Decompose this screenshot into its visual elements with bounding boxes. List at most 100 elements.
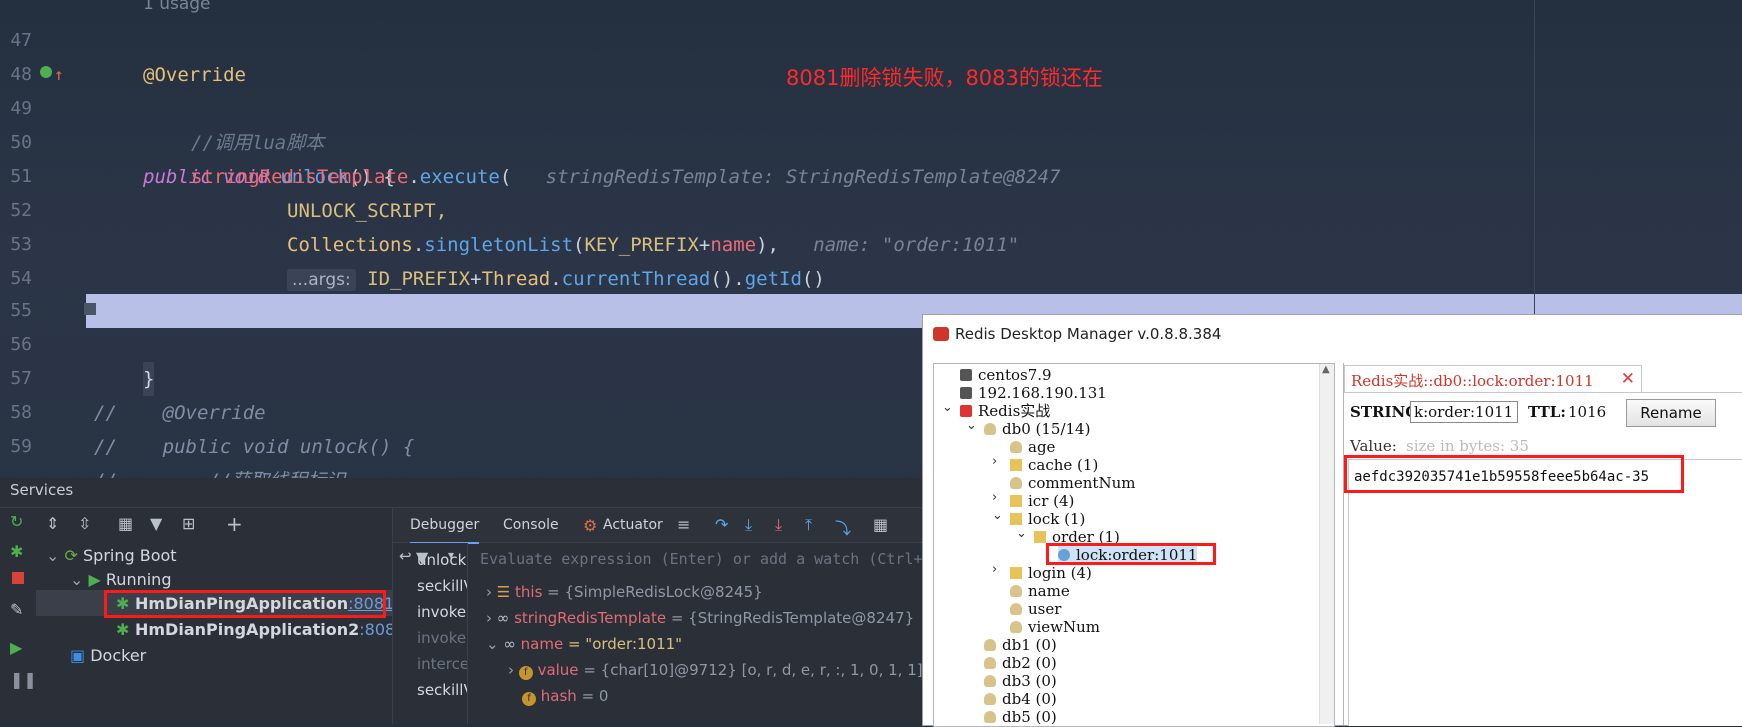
frame-item[interactable]: interce bbox=[417, 651, 467, 677]
tree-folder[interactable]: cache (1) bbox=[1010, 456, 1098, 474]
fold-icon[interactable] bbox=[84, 303, 96, 315]
stop-icon[interactable] bbox=[12, 572, 24, 584]
key-icon bbox=[1010, 585, 1022, 597]
chevron-right-icon[interactable]: › bbox=[992, 490, 997, 505]
key-name-field[interactable]: k:order:1011 bbox=[1410, 401, 1518, 423]
line-number: 56 bbox=[10, 334, 32, 355]
line-number: 54 bbox=[10, 268, 32, 289]
tree-db[interactable]: db3 (0) bbox=[984, 672, 1057, 690]
resume-icon[interactable]: ▶ bbox=[10, 638, 22, 657]
tree-db[interactable]: db5 (0) bbox=[984, 708, 1057, 726]
tree-key[interactable]: user bbox=[1010, 600, 1061, 618]
folder-icon bbox=[1010, 495, 1022, 507]
line-number: 47 bbox=[10, 30, 32, 51]
tree-server[interactable]: centos7.9 bbox=[960, 366, 1052, 384]
debug-bug-icon[interactable]: ✱ bbox=[10, 542, 23, 561]
close-icon[interactable]: ✕ bbox=[1621, 369, 1635, 389]
tree-db0[interactable]: db0 (15/14) bbox=[984, 420, 1090, 438]
expand-all-icon[interactable]: ⇕ bbox=[46, 514, 59, 533]
rerun-icon[interactable]: ↻ bbox=[10, 512, 23, 531]
services-side-toolbar: ↻ ✱ ✎ ▶ ❚❚ bbox=[0, 508, 37, 724]
tree-db[interactable]: db2 (0) bbox=[984, 654, 1057, 672]
menu-icon[interactable]: ≡ bbox=[677, 515, 690, 534]
ttl-value: 1016 bbox=[1568, 403, 1607, 421]
window-titlebar[interactable]: Redis Desktop Manager v.0.8.8.384 bbox=[923, 315, 1742, 353]
new-tab-icon[interactable]: ⊞ bbox=[182, 514, 195, 533]
run-to-cursor-icon[interactable]: ⤵ bbox=[835, 515, 851, 539]
value-label: Value: bbox=[1350, 437, 1397, 455]
folder-icon bbox=[1010, 567, 1022, 579]
value-editor[interactable] bbox=[1348, 459, 1742, 726]
line-number: 55 bbox=[10, 300, 32, 321]
add-icon[interactable]: + bbox=[226, 512, 243, 536]
step-into-icon[interactable]: ⤓ bbox=[745, 515, 752, 535]
tree-docker[interactable]: ▣ Docker bbox=[70, 644, 146, 668]
tree-server[interactable]: 192.168.190.131 bbox=[960, 384, 1107, 402]
tree-db[interactable]: db1 (0) bbox=[984, 636, 1057, 654]
step-over-icon[interactable]: ↷ bbox=[715, 515, 728, 534]
chevron-down-icon[interactable]: ⌄ bbox=[942, 400, 953, 415]
var-value[interactable]: › f value = {char[10]@9712} [o, r, d, e,… bbox=[508, 657, 923, 683]
pause-icon[interactable]: ❚❚ bbox=[10, 670, 37, 689]
line-number: 48 bbox=[10, 64, 32, 85]
collapse-all-icon[interactable]: ⇳ bbox=[78, 514, 91, 533]
tree-folder[interactable]: icr (4) bbox=[1010, 492, 1074, 510]
tree-app-8083[interactable]: ✱ HmDianPingApplication2:8083/ bbox=[116, 618, 411, 642]
tree-key[interactable]: commentNum bbox=[1010, 474, 1135, 492]
line-number: 57 bbox=[10, 368, 32, 389]
key-icon bbox=[1010, 621, 1022, 633]
line-number: 58 bbox=[10, 402, 32, 423]
var-hash[interactable]: f hash = 0 bbox=[522, 683, 608, 709]
frame-item[interactable]: seckillV bbox=[417, 677, 467, 703]
ttl-label: TTL: bbox=[1528, 403, 1566, 421]
filter-frames-icon[interactable]: ▼ bbox=[416, 548, 428, 567]
debugger-toolbar: Debugger Console Actuator ⚙ ≡ ↷ ⤓ ⤓ ⤒ ⤵ … bbox=[393, 508, 925, 544]
tree-scrollbar[interactable]: ▲ bbox=[1319, 364, 1334, 724]
chevron-right-icon[interactable]: › bbox=[992, 562, 997, 577]
field-f-icon: f bbox=[518, 666, 533, 680]
tree-key[interactable]: viewNum bbox=[1010, 618, 1100, 636]
frame-item[interactable]: seckillV bbox=[417, 573, 467, 599]
var-this[interactable]: › ☰ this = {SimpleRedisLock@8245} bbox=[486, 579, 763, 605]
step-out-icon[interactable]: ⤒ bbox=[805, 515, 812, 535]
key-detail-panel: Redis实战::db0::lock:order:1011 ✕ STRING: … bbox=[1343, 363, 1742, 726]
tab-console[interactable]: Console bbox=[503, 508, 559, 542]
table-icon[interactable]: ▦ bbox=[873, 515, 888, 534]
tab-key[interactable]: Redis实战::db0::lock:order:1011 ✕ bbox=[1344, 365, 1642, 392]
tree-spring-boot[interactable]: ⌄ ⟳ Spring Boot bbox=[46, 544, 177, 568]
frame-item[interactable]: invoke: bbox=[417, 599, 467, 625]
chevron-down-icon[interactable]: ⌄ bbox=[992, 508, 1003, 523]
chevron-down-icon[interactable]: ▾ bbox=[448, 548, 454, 562]
tree-key[interactable]: name bbox=[1010, 582, 1070, 600]
usage-hint[interactable]: 1 usage bbox=[143, 0, 211, 14]
spring-boot-icon: ⟳ bbox=[64, 546, 78, 565]
chevron-down-icon[interactable]: ⌄ bbox=[1016, 526, 1027, 541]
watch-icon: ∞ bbox=[496, 609, 510, 627]
force-step-into-icon[interactable]: ⤓ bbox=[775, 515, 782, 535]
filter-icon[interactable]: ▼ bbox=[150, 514, 162, 533]
tree-key[interactable]: age bbox=[1010, 438, 1055, 456]
override-gutter-icon[interactable] bbox=[40, 66, 52, 78]
arrow-up-icon[interactable]: ↑ bbox=[54, 58, 64, 92]
highlight-box-8081 bbox=[104, 590, 386, 618]
connection-tree[interactable]: centos7.9 192.168.190.131 ⌄ Redis实战 ⌄ db… bbox=[933, 363, 1335, 727]
wrench-icon[interactable]: ✎ bbox=[10, 600, 23, 619]
tree-folder[interactable]: login (4) bbox=[1010, 564, 1092, 582]
server-icon bbox=[960, 405, 972, 417]
tree-db[interactable]: db4 (0) bbox=[984, 690, 1057, 708]
evaluate-input[interactable]: Evaluate expression (Enter) or add a wat… bbox=[480, 544, 925, 574]
database-icon bbox=[984, 711, 996, 723]
chevron-down-icon[interactable]: ⌄ bbox=[966, 418, 977, 433]
key-icon bbox=[1010, 441, 1022, 453]
rename-button[interactable]: Rename bbox=[1626, 399, 1716, 427]
chevron-right-icon: › bbox=[486, 583, 492, 601]
var-name[interactable]: ⌄ ∞ name = "order:1011" bbox=[486, 631, 682, 657]
database-icon bbox=[984, 423, 996, 435]
tab-debugger[interactable]: Debugger bbox=[410, 508, 480, 544]
frame-item[interactable]: invoke: bbox=[417, 625, 467, 651]
var-string-redis-template[interactable]: › ∞ stringRedisTemplate = {StringRedisTe… bbox=[486, 605, 914, 631]
group-icon[interactable]: ▦ bbox=[118, 514, 133, 533]
folder-icon bbox=[1010, 459, 1022, 471]
tree-running[interactable]: ⌄ ▶ Running bbox=[70, 568, 171, 592]
chevron-right-icon[interactable]: › bbox=[992, 454, 997, 469]
